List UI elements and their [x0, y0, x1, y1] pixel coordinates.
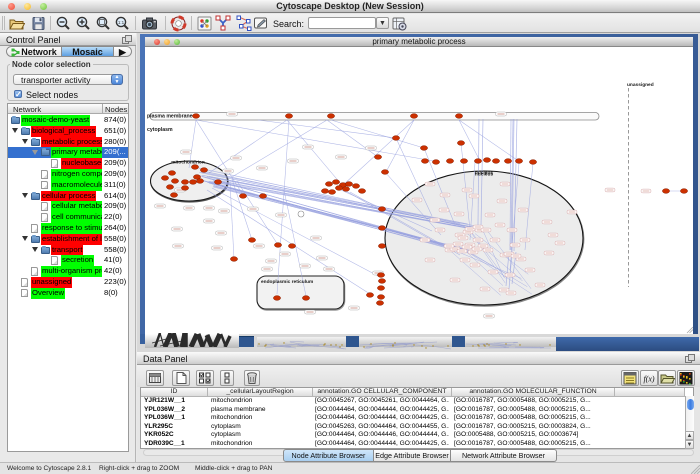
svg-text:f(x): f(x) [643, 375, 654, 384]
svg-text:unassigned: unassigned [627, 82, 654, 88]
svg-text:plasma membrane: plasma membrane [147, 114, 193, 120]
svg-text:endoplasmic reticulum: endoplasmic reticulum [261, 279, 313, 285]
svg-text:nucleus: nucleus [475, 172, 494, 178]
svg-text:cytoplasm: cytoplasm [147, 127, 173, 133]
svg-text:1:1: 1:1 [118, 20, 125, 25]
svg-text:mitochondrion: mitochondrion [171, 160, 205, 166]
